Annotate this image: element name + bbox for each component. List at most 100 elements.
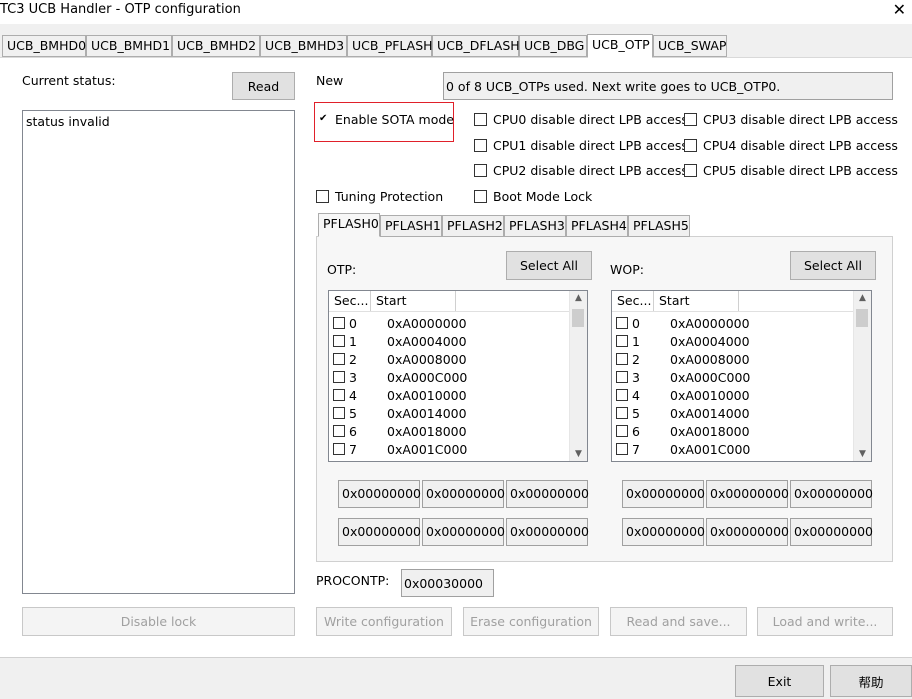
tab-ucb-bmhd0[interactable]: UCB_BMHD0 (2, 35, 86, 57)
wop-select-all-button[interactable]: Select All (790, 251, 876, 280)
tab-pflash1[interactable]: PFLASH1 (380, 215, 442, 237)
wop-col-start[interactable]: Start (654, 291, 739, 311)
list-item[interactable]: 7 0xA001C000 (333, 440, 467, 458)
wop-hex-4[interactable]: 0x00000000 (706, 518, 789, 546)
list-item[interactable]: 0 0xA0000000 (333, 314, 467, 332)
wop-hex-2[interactable]: 0x00000000 (790, 480, 873, 508)
tab-ucb-pflash[interactable]: UCB_PFLASH (347, 35, 433, 57)
erase-configuration-button[interactable]: Erase configuration (463, 607, 599, 636)
cpu3-check[interactable] (684, 113, 697, 126)
list-item[interactable]: 1 0xA0004000 (333, 332, 467, 350)
enable-sota-check[interactable] (318, 113, 329, 125)
otp-select-all-button[interactable]: Select All (506, 251, 592, 280)
otp-col-sec[interactable]: Sec... (329, 291, 371, 311)
disable-lock-button[interactable]: Disable lock (22, 607, 295, 636)
otp-hex-5[interactable]: 0x00000000 (506, 518, 589, 546)
scroll-thumb[interactable] (856, 309, 868, 327)
list-item[interactable]: 4 0xA0010000 (616, 386, 750, 404)
cpu4-check[interactable] (684, 139, 697, 152)
list-item[interactable]: 5 0xA0014000 (333, 404, 467, 422)
status-textbox[interactable]: status invalid (22, 110, 295, 594)
enable-sota-checkbox[interactable]: Enable SOTA mode (318, 112, 454, 127)
list-item[interactable]: 3 0xA000C000 (616, 368, 750, 386)
list-item[interactable]: 2 0xA0008000 (616, 350, 750, 368)
tab-pflash2[interactable]: PFLASH2 (442, 215, 504, 237)
cpu2-checkbox[interactable]: CPU2 disable direct LPB access (474, 163, 688, 178)
list-item[interactable]: 5 0xA0014000 (616, 404, 750, 422)
tab-ucb-bmhd1[interactable]: UCB_BMHD1 (86, 35, 172, 57)
read-button[interactable]: Read (232, 72, 295, 100)
wop-row-3-check[interactable] (616, 371, 628, 383)
write-configuration-button[interactable]: Write configuration (316, 607, 452, 636)
cpu2-check[interactable] (474, 164, 487, 177)
scroll-down-icon[interactable]: ▼ (854, 449, 871, 459)
scroll-up-icon[interactable]: ▲ (854, 293, 871, 303)
list-item[interactable]: 6 0xA0018000 (333, 422, 467, 440)
list-item[interactable]: 6 0xA0018000 (616, 422, 750, 440)
read-and-save-button[interactable]: Read and save... (610, 607, 747, 636)
wop-col-sec[interactable]: Sec... (612, 291, 654, 311)
tab-ucb-bmhd2[interactable]: UCB_BMHD2 (172, 35, 260, 57)
scroll-thumb[interactable] (572, 309, 584, 327)
wop-row-4-check[interactable] (616, 389, 628, 401)
wop-hex-1[interactable]: 0x00000000 (706, 480, 789, 508)
otp-row-4-check[interactable] (333, 389, 345, 401)
otp-row-6-check[interactable] (333, 425, 345, 437)
otp-hex-4[interactable]: 0x00000000 (422, 518, 505, 546)
cpu5-check[interactable] (684, 164, 697, 177)
scroll-up-icon[interactable]: ▲ (570, 293, 587, 303)
tab-ucb-swap[interactable]: UCB_SWAP (653, 35, 727, 57)
close-icon[interactable]: ✕ (893, 0, 906, 20)
wop-hex-0[interactable]: 0x00000000 (622, 480, 705, 508)
wop-hex-3[interactable]: 0x00000000 (622, 518, 705, 546)
tab-pflash0[interactable]: PFLASH0 (318, 213, 380, 237)
wop-row-2-check[interactable] (616, 353, 628, 365)
tab-pflash4[interactable]: PFLASH4 (566, 215, 628, 237)
exit-button[interactable]: Exit (735, 665, 824, 697)
wop-list-scrollbar[interactable]: ▲ ▼ (853, 291, 871, 461)
tab-ucb-bmhd3[interactable]: UCB_BMHD3 (260, 35, 347, 57)
otp-hex-3[interactable]: 0x00000000 (338, 518, 421, 546)
wop-row-7-check[interactable] (616, 443, 628, 455)
otp-col-start[interactable]: Start (371, 291, 456, 311)
list-item[interactable]: 3 0xA000C000 (333, 368, 467, 386)
otp-row-3-check[interactable] (333, 371, 345, 383)
tab-pflash3[interactable]: PFLASH3 (504, 215, 566, 237)
scroll-down-icon[interactable]: ▼ (570, 449, 587, 459)
otp-hex-0[interactable]: 0x00000000 (338, 480, 421, 508)
wop-hex-5[interactable]: 0x00000000 (790, 518, 873, 546)
cpu0-check[interactable] (474, 113, 487, 126)
list-item[interactable]: 7 0xA001C000 (616, 440, 750, 458)
tab-ucb-dflash[interactable]: UCB_DFLASH (432, 35, 520, 57)
wop-row-0-check[interactable] (616, 317, 628, 329)
list-item[interactable]: 2 0xA0008000 (333, 350, 467, 368)
wop-row-1-check[interactable] (616, 335, 628, 347)
cpu1-checkbox[interactable]: CPU1 disable direct LPB access (474, 138, 688, 153)
tab-ucb-otp[interactable]: UCB_OTP (587, 34, 653, 58)
list-item[interactable]: 0 0xA0000000 (616, 314, 750, 332)
cpu1-check[interactable] (474, 139, 487, 152)
otp-row-0-check[interactable] (333, 317, 345, 329)
otp-list-scrollbar[interactable]: ▲ ▼ (569, 291, 587, 461)
otp-row-5-check[interactable] (333, 407, 345, 419)
list-item[interactable]: 4 0xA0010000 (333, 386, 467, 404)
otp-row-7-check[interactable] (333, 443, 345, 455)
wop-row-6-check[interactable] (616, 425, 628, 437)
otp-hex-1[interactable]: 0x00000000 (422, 480, 505, 508)
wop-sector-list[interactable]: Sec... Start 0 0xA0000000 1 0xA0004000 2 0x… (611, 290, 872, 462)
help-button[interactable]: 帮助 (830, 665, 912, 697)
tab-pflash5[interactable]: PFLASH5 (628, 215, 690, 237)
boot-mode-lock-checkbox[interactable]: Boot Mode Lock (474, 189, 592, 204)
load-and-write-button[interactable]: Load and write... (757, 607, 893, 636)
cpu4-checkbox[interactable]: CPU4 disable direct LPB access (684, 138, 898, 153)
cpu5-checkbox[interactable]: CPU5 disable direct LPB access (684, 163, 898, 178)
otp-sector-list[interactable]: Sec... Start 0 0xA0000000 1 0xA0004000 2 0x… (328, 290, 588, 462)
cpu3-checkbox[interactable]: CPU3 disable direct LPB access (684, 112, 898, 127)
tuning-protection-check[interactable] (316, 190, 329, 203)
otp-hex-2[interactable]: 0x00000000 (506, 480, 589, 508)
boot-mode-lock-check[interactable] (474, 190, 487, 203)
otp-row-2-check[interactable] (333, 353, 345, 365)
otp-row-1-check[interactable] (333, 335, 345, 347)
list-item[interactable]: 1 0xA0004000 (616, 332, 750, 350)
tuning-protection-checkbox[interactable]: Tuning Protection (316, 189, 443, 204)
